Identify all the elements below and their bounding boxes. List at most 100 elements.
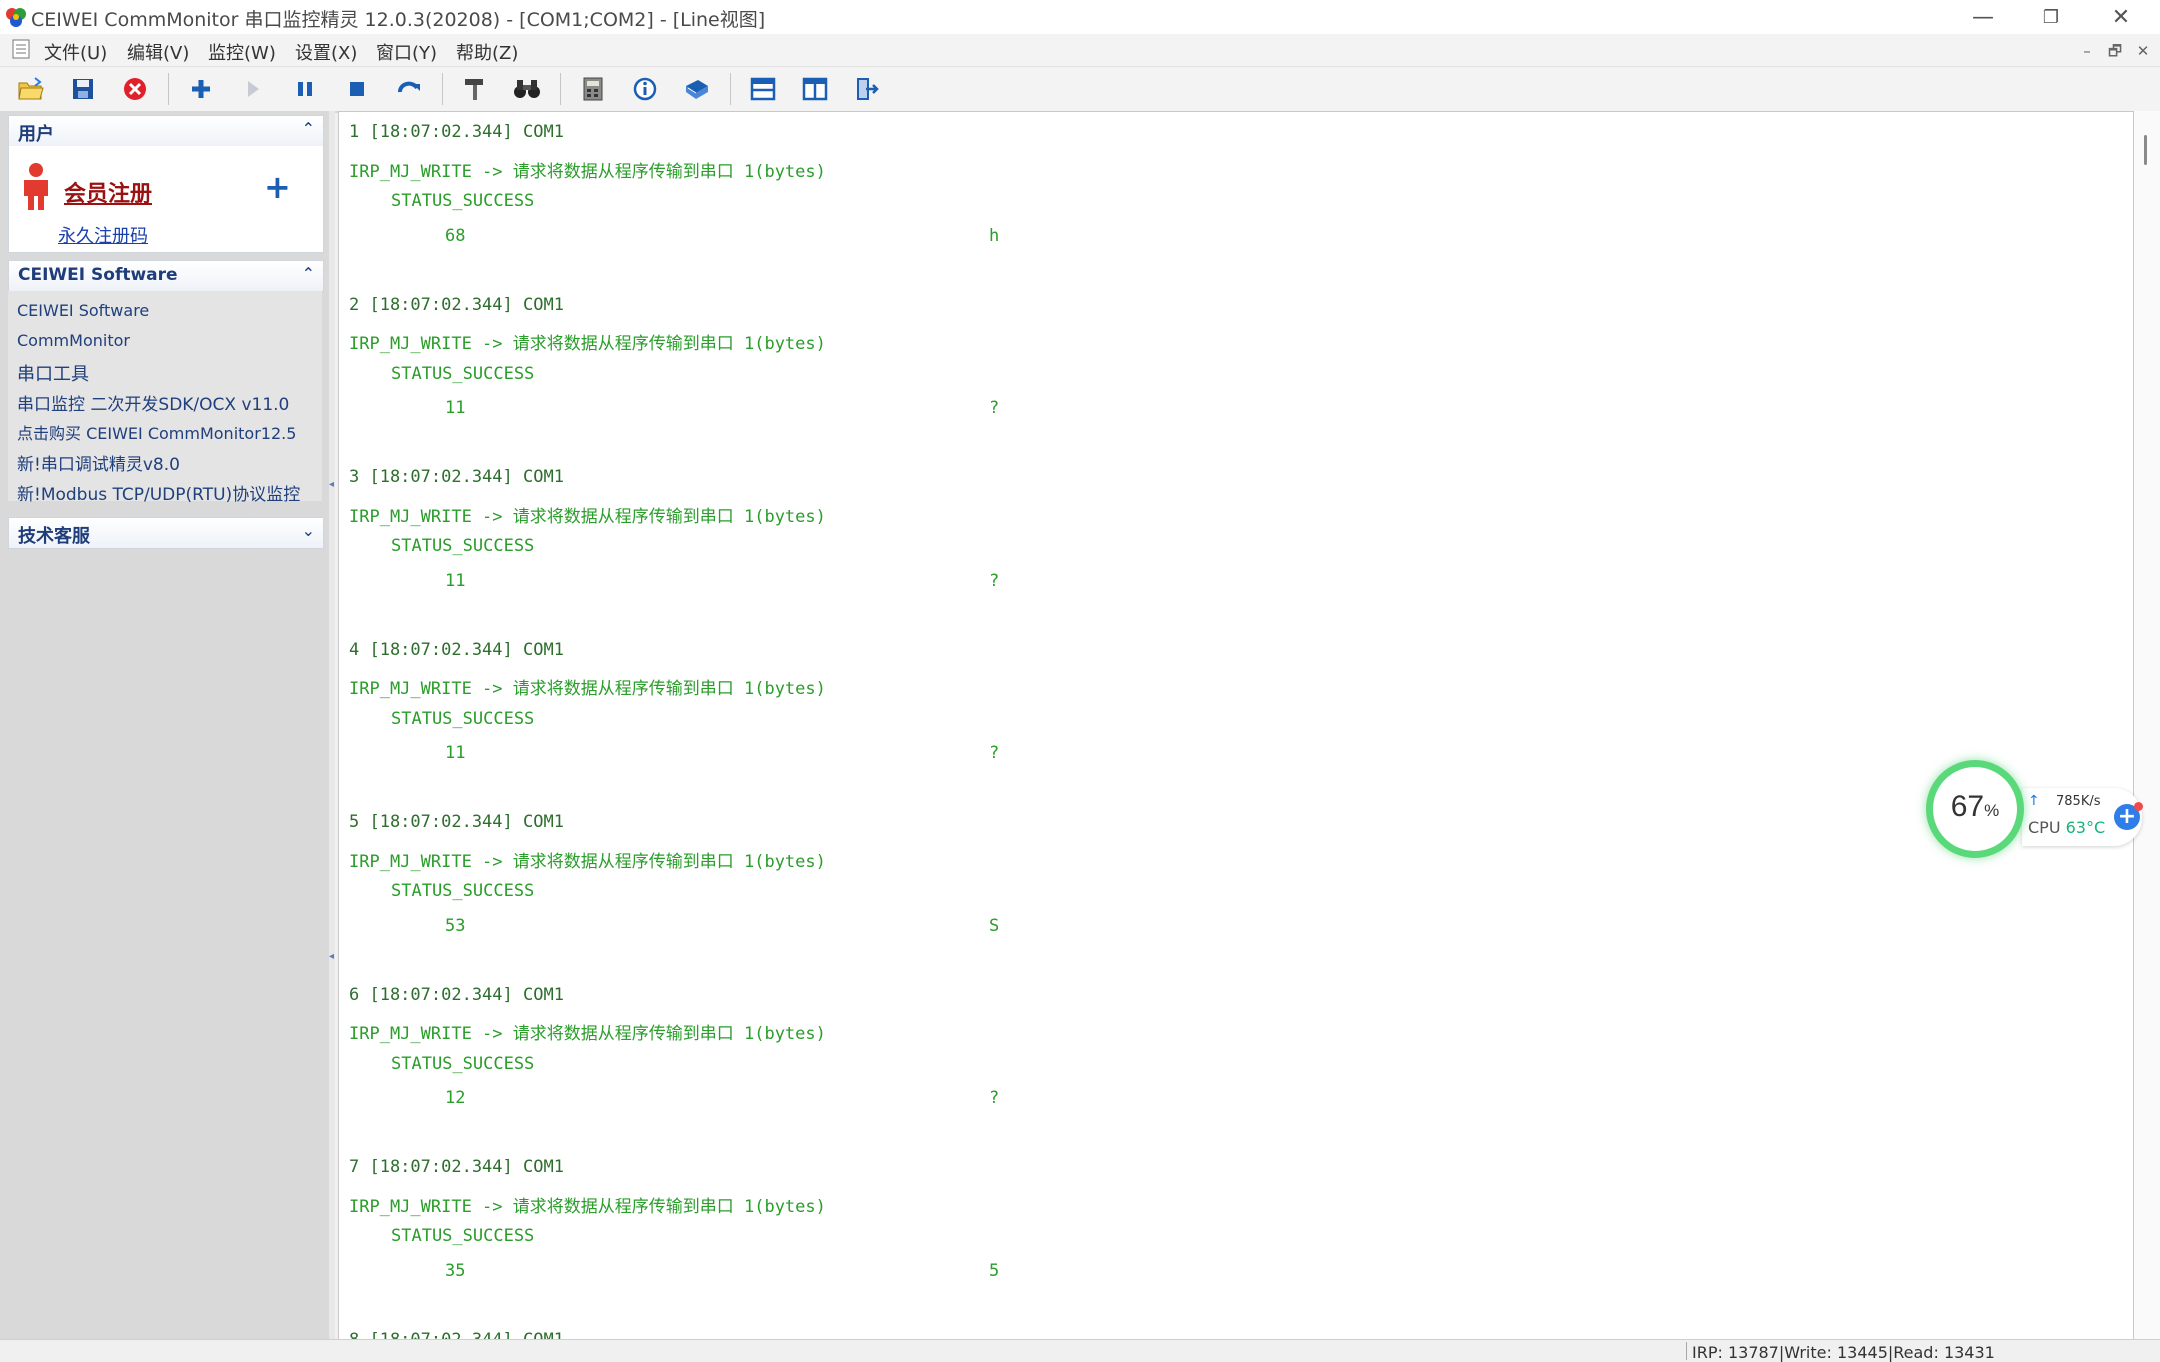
vertical-scrollbar[interactable]	[2134, 111, 2160, 1339]
info-icon	[633, 77, 657, 101]
log-entry-header: 2 [18:07:02.344] COM1	[349, 294, 564, 315]
pause-icon	[298, 82, 312, 96]
splitter-arrow-icon: ◂	[329, 951, 335, 962]
split-vertical-button[interactable]	[798, 73, 832, 105]
menu-help[interactable]: 帮助(Z)	[456, 39, 518, 65]
disconnect-button[interactable]	[118, 73, 152, 105]
mdi-close-button[interactable]: ✕	[2132, 41, 2154, 61]
menu-settings[interactable]: 设置(X)	[295, 39, 357, 65]
log-entry-header: 5 [18:07:02.344] COM1	[349, 812, 564, 832]
log-entry-ascii: S	[989, 915, 1000, 936]
pause-button[interactable]	[288, 73, 322, 105]
mdi-minimize-button[interactable]: –	[2076, 41, 2098, 61]
calculator-button[interactable]	[576, 73, 610, 105]
stop-button[interactable]	[340, 73, 374, 105]
log-entry-header: 4 [18:07:02.344] COM1	[349, 639, 564, 660]
log-entry-status: STATUS_SUCCESS	[391, 536, 535, 556]
link-serial-tools[interactable]: 串口工具	[17, 360, 89, 386]
window-title: CEIWEI CommMonitor 串口监控精灵 12.0.3(20208) …	[31, 9, 766, 31]
split-horizontal-icon	[750, 77, 776, 101]
log-entry-status: STATUS_SUCCESS	[391, 881, 535, 901]
system-menu-icon[interactable]	[12, 39, 30, 59]
splitter-arrow-icon: ◂	[329, 479, 335, 490]
link-modbus-monitor[interactable]: 新!Modbus TCP/UDP(RTU)协议监控	[17, 480, 300, 505]
menu-window[interactable]: 窗口(Y)	[376, 39, 437, 65]
minimize-button[interactable]: —	[1950, 0, 2016, 34]
software-panel-body: CEIWEI Software CommMonitor 串口工具 串口监控 二次…	[8, 291, 322, 505]
log-entry-operation: IRP_MJ_WRITE -> 请求将数据从程序传输到串口 1(bytes)	[349, 334, 826, 354]
close-button[interactable]: ✕	[2088, 0, 2154, 34]
save-button[interactable]	[66, 73, 100, 105]
link-serial-debugger[interactable]: 新!串口调试精灵v8.0	[17, 450, 180, 475]
play-icon	[248, 81, 259, 97]
add-monitor-button[interactable]	[184, 73, 218, 105]
log-entry-hex: 11	[445, 398, 466, 418]
support-panel-header[interactable]: 技术客服 ⌄	[8, 517, 324, 549]
log-entry-operation: IRP_MJ_WRITE -> 请求将数据从程序传输到串口 1(bytes)	[349, 679, 826, 699]
scrollbar-thumb[interactable]	[2144, 135, 2147, 165]
user-panel-header[interactable]: 用户 ⌃	[8, 115, 324, 147]
restore-icon: ❐	[2042, 6, 2060, 28]
start-button[interactable]	[236, 73, 270, 105]
title-bar: CEIWEI CommMonitor 串口监控精灵 12.0.3(20208) …	[0, 0, 2160, 34]
expand-chevron-icon[interactable]: ⌄	[302, 521, 315, 540]
menu-monitor[interactable]: 监控(W)	[208, 39, 276, 65]
exit-icon	[857, 78, 879, 100]
link-commmonitor[interactable]: CommMonitor	[17, 331, 130, 350]
log-view[interactable]: 1 [18:07:02.344] COM1 IRP_MJ_WRITE -> 请求将…	[338, 111, 2134, 1341]
support-panel-title: 技术客服	[18, 526, 90, 547]
member-register-link[interactable]: 会员注册	[64, 176, 152, 208]
menu-edit[interactable]: 编辑(V)	[127, 39, 189, 65]
notification-dot	[2134, 802, 2143, 811]
sidebar-splitter[interactable]: ◂ ◂	[329, 111, 335, 1339]
cpu-temperature: CPU 63°C	[2028, 818, 2105, 837]
mdi-restore-button[interactable]: 🗗	[2104, 41, 2126, 61]
collapse-chevron-icon[interactable]: ⌃	[302, 264, 315, 283]
log-entry-operation: IRP_MJ_WRITE -> 请求将数据从程序传输到串口 1(bytes)	[349, 1196, 826, 1217]
add-icon	[192, 80, 210, 98]
open-button[interactable]	[14, 73, 48, 105]
log-entry-ascii: h	[989, 225, 1000, 246]
log-entry-hex: 68	[445, 225, 466, 246]
menu-bar: 文件(U) 编辑(V) 监控(W) 设置(X) 窗口(Y) 帮助(Z) – 🗗 …	[0, 34, 2160, 67]
calculator-icon	[583, 77, 603, 101]
permanent-code-link[interactable]: 永久注册码	[58, 222, 148, 248]
performance-widget[interactable]: ↑ 785K/s CPU 63°C + 67%	[1926, 760, 2146, 864]
split-horizontal-button[interactable]	[746, 73, 780, 105]
save-icon	[73, 79, 93, 99]
manual-button[interactable]	[680, 73, 714, 105]
user-icon	[24, 163, 48, 210]
exit-button[interactable]	[850, 73, 884, 105]
restore-button[interactable]: ❐	[2018, 0, 2084, 34]
log-entry-hex: 12	[445, 1088, 466, 1108]
link-ceiwei-software[interactable]: CEIWEI Software	[17, 301, 149, 320]
upload-arrow-icon: ↑	[2028, 793, 2040, 809]
book-icon	[686, 80, 708, 99]
status-bar: IRP: 13787|Write: 13445|Read: 13431	[0, 1339, 2160, 1362]
refresh-button[interactable]	[392, 73, 426, 105]
log-entry-header: 7 [18:07:02.344] COM1	[349, 1157, 564, 1177]
tools-button[interactable]	[458, 73, 492, 105]
link-sdk-ocx[interactable]: 串口监控 二次开发SDK/OCX v11.0	[17, 390, 289, 415]
find-button[interactable]	[510, 73, 544, 105]
log-entry-ascii: ?	[989, 743, 1000, 763]
toolbar-separator	[560, 73, 561, 105]
add-icon[interactable]: +	[264, 168, 291, 206]
cpu-label: CPU	[2028, 818, 2061, 837]
log-entry-hex: 53	[445, 915, 466, 936]
collapse-chevron-icon[interactable]: ⌃	[302, 119, 315, 138]
info-button[interactable]	[628, 73, 662, 105]
log-entry-header: 1 [18:07:02.344] COM1	[349, 122, 564, 142]
toolbar	[0, 67, 2160, 113]
memory-usage-percent: 67%	[1926, 790, 2024, 824]
log-entry-header: 6 [18:07:02.344] COM1	[349, 984, 564, 1005]
log-entry-operation: IRP_MJ_WRITE -> 请求将数据从程序传输到串口 1(bytes)	[349, 161, 826, 182]
software-panel-header[interactable]: CEIWEI Software ⌃	[8, 260, 324, 292]
status-counters: IRP: 13787|Write: 13445|Read: 13431	[1692, 1343, 1995, 1362]
menu-file[interactable]: 文件(U)	[44, 39, 107, 65]
link-buy-commmonitor[interactable]: 点击购买 CEIWEI CommMonitor12.5	[17, 420, 296, 444]
log-entry-status: STATUS_SUCCESS	[391, 1053, 535, 1074]
split-vertical-icon	[802, 77, 828, 101]
log-entry-operation: IRP_MJ_WRITE -> 请求将数据从程序传输到串口 1(bytes)	[349, 506, 826, 527]
log-entry-status: STATUS_SUCCESS	[391, 191, 535, 211]
